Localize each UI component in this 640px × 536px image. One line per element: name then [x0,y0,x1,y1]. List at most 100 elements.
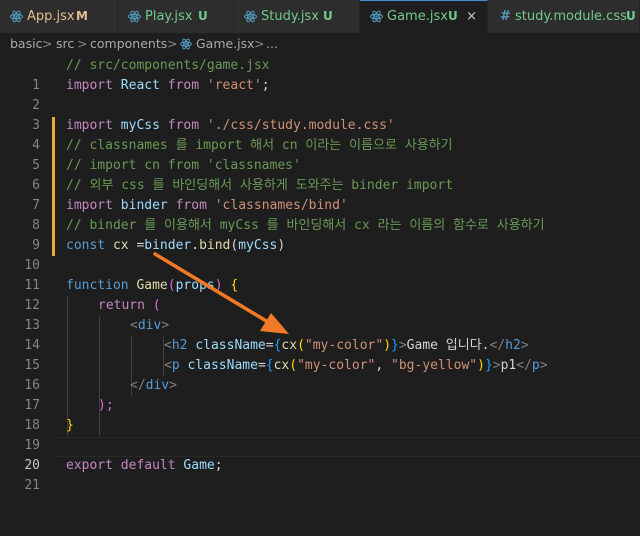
code-line: 20 [0,436,640,473]
keyword: return [98,298,145,313]
attribute: className [195,338,266,353]
bracket: { [265,358,274,373]
parameter: props [175,278,215,293]
operator: = [265,338,274,353]
breadcrumb-item-basic[interactable]: basic [10,33,42,55]
tag-bracket: > [169,378,177,393]
chevron-right-icon: > [42,36,53,51]
tag-name: div [137,318,162,333]
identifier: myCss [238,238,278,253]
identifier: cx [112,238,129,253]
tab-study-jsx[interactable]: Study.jsx U [234,0,360,33]
comment: // 외부 css 를 바인딩해서 사용하게 도와주는 binder impor… [66,178,454,193]
react-icon [128,0,141,33]
code-line: 14 <div> [0,316,640,353]
tab-label: App.jsx [27,9,75,24]
keyword: export [66,458,113,473]
string: "my-color" [297,358,376,373]
chevron-right-icon: > [254,36,265,51]
line-number: 21 [24,478,40,493]
bracket: ) [383,338,392,353]
bracket: } [484,358,493,373]
string: "bg-yellow" [391,358,478,373]
code-line: 16 <p className={cx("my-color", "bg-yell… [0,356,640,393]
code-line: 6 // import cn from 'classnames' [0,156,640,193]
tab-label: Game.jsx [387,9,448,24]
tab-label: Play.jsx [145,9,193,24]
string: 'react' [206,78,262,93]
code-line: 10 const cx =binder.bind(myCss) [0,236,640,273]
code-line: 15 <h2 className={cx("my-color")}>Game 입… [0,336,640,373]
breadcrumb-item-file[interactable]: Game.jsx [196,33,255,55]
close-icon[interactable]: × [466,1,477,32]
tab-play-jsx[interactable]: Play.jsx U [118,0,234,33]
punctuation: ) [277,238,286,253]
bracket: } [391,338,399,353]
tag-bracket: </ [489,338,506,353]
keyword: import [66,198,113,213]
string: './css/study.module.css' [206,118,395,133]
css-icon: # [500,9,511,24]
tab-study-module-css[interactable]: # study.module.css U [488,0,640,33]
tag-bracket: > [520,338,529,353]
code-editor[interactable]: 1 // src/components/game.jsx 2 import Re… [0,56,640,493]
bracket: ( [289,358,298,373]
breadcrumb-item-src[interactable]: src [56,33,74,55]
function-name: cx [273,358,290,373]
react-icon [370,1,383,33]
identifier: React [112,78,168,93]
react-icon [244,0,257,33]
comment: // binder 를 이용해서 myCss 를 바인딩해서 cx 라는 이름의… [66,218,545,233]
react-icon [10,0,23,33]
tag-bracket: < [164,358,172,373]
tab-game-jsx[interactable]: Game.jsx U × [360,0,488,33]
tag-bracket: < [164,338,172,353]
punctuation: , [375,358,392,373]
code-line: 4 import myCss from './css/study.module.… [0,116,640,153]
tag-name: p [171,358,180,373]
comment: // classnames 를 import 해서 cn 이라는 이름으로 사용… [66,138,453,153]
chevron-right-icon: > [167,36,178,51]
tag-name: h2 [505,338,521,353]
tag-bracket: </ [516,358,532,373]
bracket: ( [167,278,176,293]
bracket: ) [214,278,223,293]
tab-label: study.module.css [515,9,627,24]
tag-name: p [531,358,540,373]
breadcrumb-item-components[interactable]: components [90,33,167,55]
code-line: 1 // src/components/game.jsx [0,56,640,93]
code-line: 13 return ( [0,296,640,333]
bracket: ) [477,358,485,373]
breadcrumb-item-more[interactable]: ... [266,33,278,55]
keyword: from [175,198,207,213]
tab-label: Study.jsx [261,9,319,24]
bracket: ); [98,398,114,413]
code-line: 18 ); [0,396,640,433]
code-line: 5 // classnames 를 import 해서 cn 이라는 이름으로 … [0,136,640,173]
tag-bracket: > [398,338,407,353]
git-status-badge: U [198,9,208,23]
identifier: Game [183,458,215,473]
code-line: 2 import React from 'react'; [0,76,640,113]
tab-bar: App.jsx M Play.jsx U Study.jsx U Game.js… [0,0,640,33]
chevron-right-icon: > [77,36,88,51]
keyword: const [66,238,106,253]
comment: // import cn from 'classnames' [66,158,301,173]
bracket: ( [297,338,305,353]
git-status-badge: U [448,9,458,23]
git-status-badge: M [76,9,88,23]
comment: // src/components/game.jsx [66,58,270,73]
code-line: 3 [0,96,640,133]
code-line: 11 [0,256,640,293]
function-name: cx [281,338,298,353]
keyword: import [66,78,113,93]
tag-bracket: > [161,318,170,333]
code-line: 9 // binder 를 이용해서 myCss 를 바인딩해서 cx 라는 이… [0,216,640,253]
tab-app-jsx[interactable]: App.jsx M [0,0,118,33]
code-line: 19 } [0,416,640,453]
